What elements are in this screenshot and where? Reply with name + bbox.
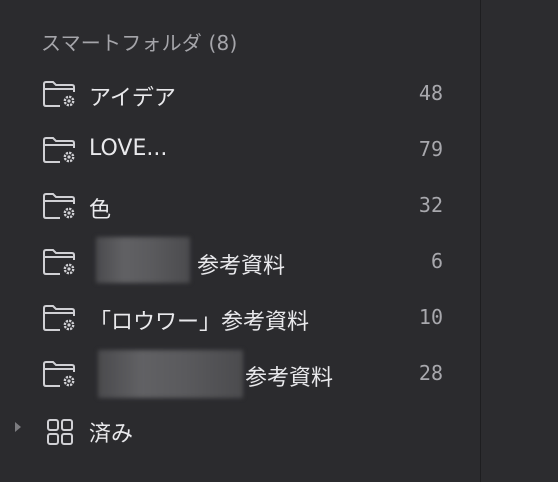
sidebar-group-label: 済み	[89, 422, 134, 447]
sidebar-item-smart-folder[interactable]: 参考資料 28	[0, 346, 480, 402]
sidebar-item-label: 「ロウワー」参考資料	[89, 310, 310, 335]
disclosure-triangle-icon[interactable]	[15, 422, 21, 432]
sidebar-item-smart-folder[interactable]: 参考資料 6	[0, 234, 480, 290]
sidebar-item-smart-folder[interactable]: 色 32	[0, 178, 480, 234]
sidebar-item-count: 32	[418, 193, 443, 217]
sidebar-item-count: 28	[418, 361, 443, 385]
redacted-text	[98, 350, 243, 398]
sidebar-item-smart-folder[interactable]: LOVE... 79	[0, 122, 480, 178]
sidebar-item-label: 色	[89, 198, 112, 223]
sidebar-item-count: 6	[430, 249, 443, 273]
sidebar-item-count: 48	[418, 81, 443, 105]
redacted-text	[96, 237, 190, 283]
smart-folder-icon	[43, 249, 75, 275]
section-header-smart-folders[interactable]: スマートフォルダ (8)	[41, 27, 238, 56]
sidebar: スマートフォルダ (8) アイデア 48 LOVE... 79 色 32 参考資…	[0, 0, 480, 482]
smart-folder-icon	[43, 361, 75, 387]
smart-folder-icon	[43, 81, 75, 107]
sidebar-item-label: 参考資料	[197, 254, 286, 279]
smart-folder-icon	[43, 305, 75, 331]
smart-folder-icon	[43, 137, 75, 163]
sidebar-item-smart-folder[interactable]: アイデア 48	[0, 66, 480, 122]
sidebar-item-smart-folder[interactable]: 「ロウワー」参考資料 10	[0, 290, 480, 346]
sidebar-item-count: 10	[418, 305, 443, 329]
content-pane	[481, 0, 558, 482]
sidebar-item-label: LOVE...	[89, 136, 168, 161]
grid-icon	[47, 419, 73, 445]
sidebar-item-label: 参考資料	[245, 366, 334, 391]
sidebar-item-label: アイデア	[89, 86, 176, 111]
sidebar-item-count: 79	[418, 137, 443, 161]
smart-folder-icon	[43, 193, 75, 219]
